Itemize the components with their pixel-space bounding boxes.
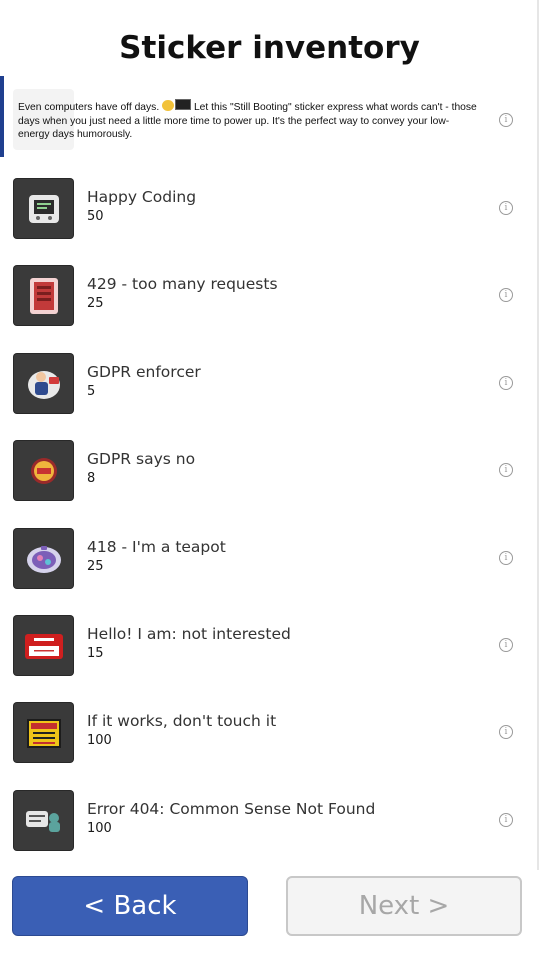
list-item[interactable]: 429 - too many requests 25 i (0, 265, 539, 352)
computer-screen-icon (175, 99, 192, 110)
item-name: GDPR enforcer (87, 362, 201, 381)
warning-sign-sticker-icon (13, 702, 74, 764)
info-icon[interactable]: i (499, 550, 513, 565)
teapot-sticker-icon (13, 527, 74, 589)
item-name: Error 404: Common Sense Not Found (87, 799, 376, 818)
next-button[interactable]: Next > (286, 876, 522, 936)
item-name: Hello! I am: not interested (87, 625, 291, 643)
selection-indicator (0, 76, 4, 157)
list-item[interactable]: Happy Coding 50 i (0, 178, 539, 265)
list-item[interactable]: Hello! I am: not interested 15 i (0, 615, 539, 702)
list-item[interactable]: 418 - I'm a teapot 25 i (0, 527, 539, 615)
hello-sticker-icon (13, 615, 74, 676)
item-name: If it works, don't touch it (87, 712, 277, 731)
happy-coding-sticker-icon (13, 178, 74, 239)
item-quantity: 25 (87, 296, 104, 312)
info-icon[interactable]: i (499, 463, 513, 478)
item-quantity: 8 (87, 471, 96, 487)
item-name: 429 - too many requests (87, 275, 278, 294)
list-item[interactable]: If it works, don't touch it 100 i (0, 702, 539, 789)
item-name: Happy Coding (87, 188, 197, 206)
item-name: 418 - I'm a teapot (87, 537, 226, 556)
item-name: GDPR says no (87, 450, 196, 469)
error-404-sticker-icon (13, 789, 74, 851)
gdpr-says-no-sticker-icon (13, 440, 74, 502)
item-quantity: 25 (87, 558, 104, 574)
item-quantity: 15 (87, 646, 104, 661)
item-description: Even computers have off days. Let this "… (18, 99, 478, 142)
info-icon[interactable]: i (499, 725, 513, 740)
item-quantity: 100 (87, 733, 112, 749)
list-item[interactable]: GDPR says no 8 i (0, 440, 539, 527)
gdpr-enforcer-sticker-icon (13, 352, 74, 414)
list-item-selected[interactable]: Even computers have off days. Let this "… (0, 76, 539, 163)
list-item[interactable]: Error 404: Common Sense Not Found 100 i (0, 789, 539, 877)
info-icon[interactable]: i (499, 201, 513, 215)
item-quantity: 5 (87, 383, 96, 399)
info-icon[interactable]: i (499, 812, 513, 827)
info-icon[interactable]: i (499, 288, 513, 303)
429-sticker-icon (13, 265, 74, 327)
page-title: Sticker inventory (119, 30, 420, 66)
item-quantity: 50 (87, 209, 104, 224)
info-icon[interactable]: i (499, 113, 513, 127)
back-button[interactable]: < Back (12, 876, 248, 936)
info-icon[interactable]: i (499, 375, 513, 390)
sleepy-face-icon (162, 100, 175, 111)
info-icon[interactable]: i (499, 638, 513, 652)
list-item[interactable]: GDPR enforcer 5 i (0, 352, 539, 440)
item-quantity: 100 (87, 820, 112, 836)
